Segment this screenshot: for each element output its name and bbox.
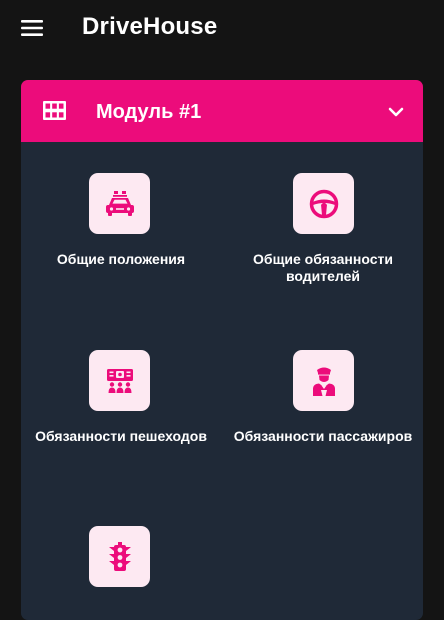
steering-wheel-icon [309, 189, 338, 218]
topic-tile[interactable] [89, 526, 150, 587]
module-title: Модуль #1 [96, 101, 202, 123]
module-card: Модуль #1 Общие положения Общие обязанно… [21, 80, 423, 620]
pedestrians-icon [106, 368, 133, 393]
topic-label: Общие обязанности водителей [253, 251, 393, 284]
menu-icon[interactable] [21, 19, 43, 37]
topic-label: Обязанности пассажиров [233, 428, 413, 444]
topic-tile[interactable] [89, 173, 150, 234]
grid-icon [43, 101, 66, 120]
passenger-icon [312, 367, 335, 396]
module-header[interactable]: Модуль #1 [21, 80, 423, 142]
app-title: DriveHouse [82, 13, 218, 40]
chevron-down-icon[interactable] [387, 106, 405, 118]
app-bar: DriveHouse [0, 0, 444, 58]
topic-tile[interactable] [293, 350, 354, 411]
topic-label: Обязанности пешеходов [35, 428, 207, 444]
topic-general-provisions[interactable]: Общие положения [21, 173, 221, 273]
topic-tile[interactable] [89, 350, 150, 411]
topic-passenger-duties[interactable]: Обязанности пассажиров [223, 350, 423, 450]
topic-pedestrian-duties[interactable]: Обязанности пешеходов [21, 350, 221, 450]
topic-label: Общие положения [56, 251, 186, 267]
topic-traffic-signals[interactable] [21, 526, 221, 620]
police-car-icon [105, 190, 134, 216]
topic-tile[interactable] [293, 173, 354, 234]
topic-driver-duties[interactable]: Общие обязанности водителей [223, 173, 423, 293]
traffic-light-icon [108, 541, 131, 571]
